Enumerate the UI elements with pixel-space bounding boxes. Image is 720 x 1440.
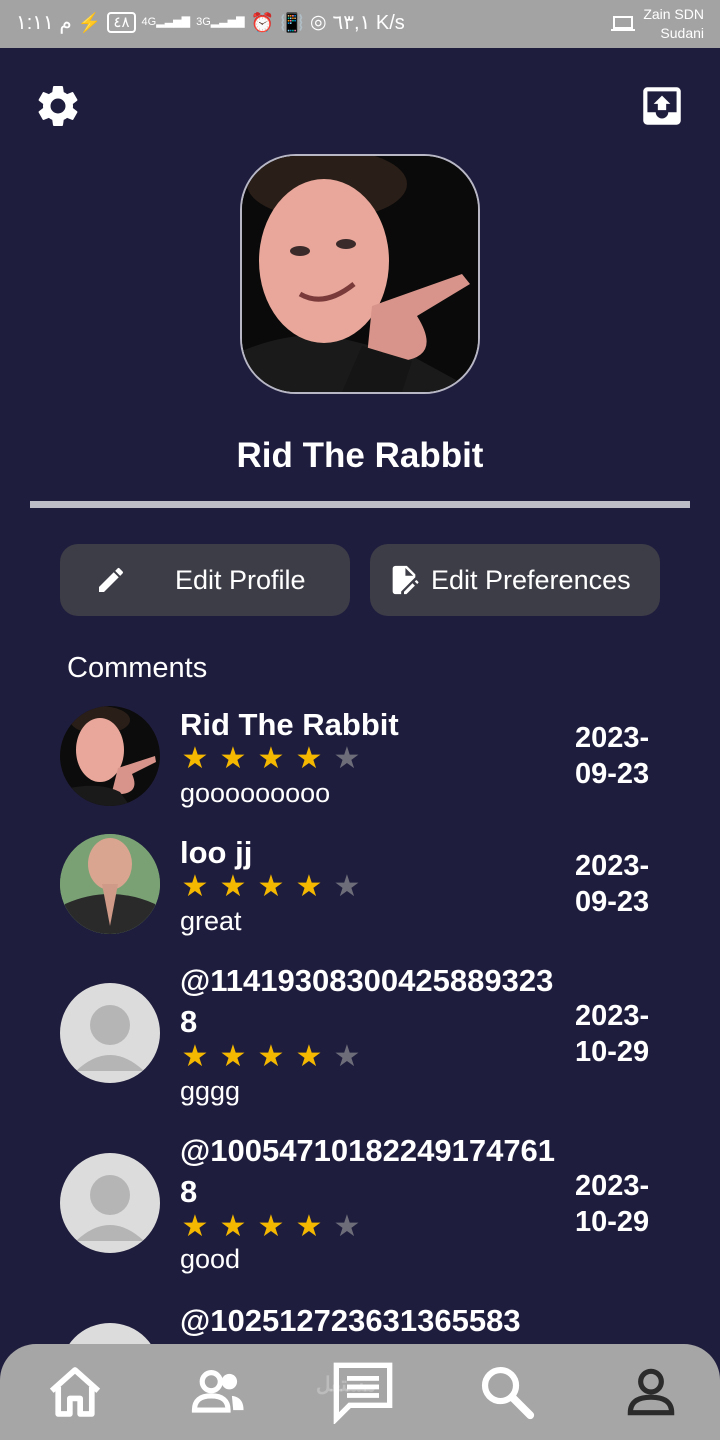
comment-date: 2023-10-29: [575, 1000, 650, 1068]
edit-profile-button[interactable]: Edit Profile: [60, 544, 350, 616]
comments-heading: Comments: [67, 652, 208, 684]
profile-name: Rid The Rabbit: [236, 436, 484, 475]
star-icon: ★: [181, 742, 209, 775]
signal-4g-icon: 4G▂▃▅▇: [141, 16, 191, 28]
rating-stars: ★ ★ ★ ★ ★: [180, 872, 362, 902]
net-4g-label: 4G: [141, 16, 157, 28]
star-icon: ★: [219, 1040, 247, 1073]
comment-author: loo jj: [180, 835, 253, 870]
star-icon: ★: [181, 1210, 209, 1243]
star-icon: ★: [295, 1210, 323, 1243]
comments-icon: [333, 1362, 393, 1424]
comment-date: 2023-09-23: [575, 722, 650, 790]
comment-date: 2023-10-29: [575, 1170, 650, 1238]
star-icon: ★: [257, 1040, 285, 1073]
comment-author: @100547101822491747618: [180, 1133, 556, 1209]
home-icon: [49, 1367, 101, 1417]
nav-home[interactable]: [43, 1360, 107, 1424]
search-icon: [481, 1366, 535, 1420]
star-icon: ★: [257, 742, 285, 775]
star-empty-icon: ★: [333, 870, 361, 903]
star-icon: ★: [219, 1210, 247, 1243]
comment-text: gggg: [180, 1076, 241, 1106]
comment-author: Rid The Rabbit: [180, 707, 399, 742]
nav-search[interactable]: [475, 1360, 539, 1424]
star-empty-icon: ★: [333, 1040, 361, 1073]
document-edit-icon: [387, 563, 421, 597]
status-right: Zain SDN Sudani: [611, 5, 704, 43]
star-icon: ★: [181, 1040, 209, 1073]
network-speed: ٦٣,١ K/s: [332, 12, 405, 34]
comment-text: great: [180, 906, 242, 936]
default-avatar-icon: [60, 1153, 160, 1253]
bottom-navigation: مستقل: [0, 1344, 720, 1440]
star-empty-icon: ★: [333, 1210, 361, 1243]
nav-profile[interactable]: [619, 1360, 683, 1424]
upload-icon: [643, 87, 681, 125]
nav-friends[interactable]: [187, 1360, 251, 1424]
comment-author: @114193083004258893238: [180, 963, 554, 1039]
star-icon: ★: [295, 870, 323, 903]
star-icon: ★: [219, 870, 247, 903]
net-3g-label: 3G: [196, 16, 211, 28]
alarm-icon: ⏰: [250, 12, 275, 34]
comment-author: @102512723631365583: [180, 1303, 521, 1338]
status-left: م ١:١١ ⚡ ٤٨ 4G▂▃▅▇ 3G▂▃▅▇ ⏰ 📳 ◎ ٦٣,١ K/s: [16, 10, 405, 35]
star-icon: ★: [295, 742, 323, 775]
rating-stars: ★ ★ ★ ★ ★: [180, 1212, 362, 1242]
carrier-line-1: Zain SDN: [643, 6, 704, 22]
divider: [30, 501, 690, 508]
vibrate-icon: 📳: [280, 12, 304, 34]
people-icon: [191, 1370, 244, 1413]
laptop-icon: [611, 16, 636, 31]
avatar: [60, 834, 160, 934]
star-icon: ★: [257, 1210, 285, 1243]
rating-stars: ★ ★ ★ ★ ★: [180, 1042, 362, 1072]
edit-profile-label: Edit Profile: [175, 564, 306, 595]
edit-preferences-label: Edit Preferences: [431, 564, 631, 595]
pencil-icon: [94, 563, 128, 597]
upload-button[interactable]: [634, 78, 690, 134]
charging-icon: ⚡: [77, 12, 102, 34]
gear-icon: [38, 85, 78, 126]
rating-stars: ★ ★ ★ ★ ★: [180, 744, 362, 774]
battery-icon: ٤٨: [107, 12, 136, 33]
settings-button[interactable]: [30, 78, 86, 134]
battery-level: ٤٨: [113, 14, 130, 31]
person-icon: [627, 1368, 675, 1416]
profile-photo-image: [242, 156, 478, 392]
nav-comments[interactable]: [331, 1360, 395, 1424]
carrier-name: Zain SDN Sudani: [643, 5, 704, 43]
status-bar: م ١:١١ ⚡ ٤٨ 4G▂▃▅▇ 3G▂▃▅▇ ⏰ 📳 ◎ ٦٣,١ K/s…: [0, 0, 720, 48]
star-icon: ★: [181, 870, 209, 903]
carrier-line-2: Sudani: [660, 25, 704, 41]
default-avatar-icon: [60, 983, 160, 1083]
star-empty-icon: ★: [333, 742, 361, 775]
comment-date: 2023-09-23: [575, 850, 650, 918]
comment-text: good: [180, 1244, 241, 1274]
signal-3g-icon: 3G▂▃▅▇: [196, 16, 245, 28]
star-icon: ★: [295, 1040, 323, 1073]
edit-preferences-button[interactable]: Edit Preferences: [370, 544, 660, 616]
hotspot-icon: ◎: [309, 12, 327, 33]
avatar: [60, 706, 160, 806]
clock: م ١:١١: [16, 12, 72, 34]
comment-text: gooooooooo: [180, 778, 331, 808]
star-icon: ★: [219, 742, 247, 775]
profile-photo[interactable]: [240, 154, 480, 394]
star-icon: ★: [257, 870, 285, 903]
